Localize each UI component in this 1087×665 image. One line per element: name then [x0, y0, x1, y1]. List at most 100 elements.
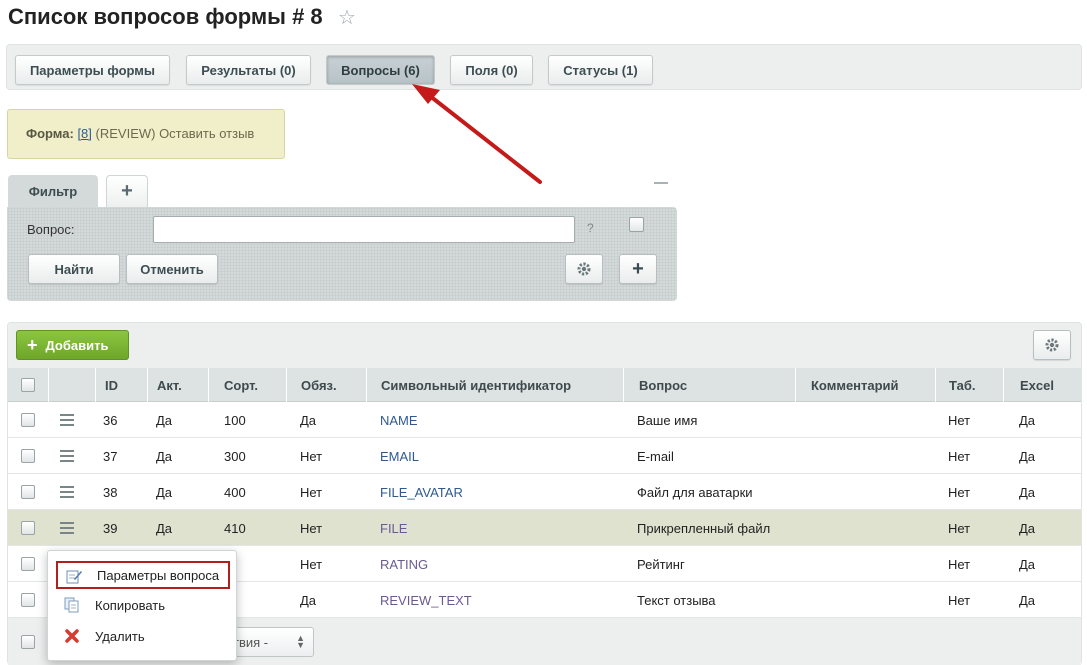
cell-question: Файл для аватарки	[637, 484, 753, 500]
row-checkbox[interactable]	[21, 557, 35, 571]
header-excel[interactable]: Excel	[1003, 368, 1081, 402]
filter-settings-gear-icon[interactable]	[565, 254, 603, 284]
cell-sort: 400	[224, 484, 246, 500]
table-row[interactable]: 39 Да 410 Нет FILE Прикрепленный файл Нет Да	[8, 510, 1081, 546]
cell-question: Рейтинг	[637, 556, 685, 572]
cell-sort: 100	[224, 412, 246, 428]
cell-excel: Да	[1019, 448, 1036, 464]
cell-tab: Нет	[948, 484, 971, 500]
row-checkbox[interactable]	[21, 521, 35, 535]
plus-icon: +	[27, 335, 38, 355]
cell-active: Да	[156, 412, 173, 428]
cell-excel: Да	[1019, 556, 1036, 572]
cell-id: 39	[103, 520, 118, 536]
row-checkbox[interactable]	[21, 413, 35, 427]
context-menu: Параметры вопроса Копировать Удалить	[47, 550, 237, 661]
find-button[interactable]: Найти	[28, 254, 120, 284]
list-settings-gear-icon[interactable]	[1033, 330, 1071, 360]
context-item-label: Удалить	[95, 628, 145, 644]
filter-add-plus-icon[interactable]: +	[619, 254, 657, 284]
cell-tab: Нет	[948, 520, 971, 536]
header-active[interactable]: Акт.	[147, 368, 208, 402]
filter-checkbox[interactable]	[629, 217, 644, 232]
cell-question: E-mail	[637, 448, 674, 464]
cell-sid[interactable]: FILE	[380, 510, 407, 546]
context-item-label: Копировать	[95, 597, 165, 613]
cell-required: Нет	[300, 448, 323, 464]
header-symbolic-id[interactable]: Символьный идентификатор	[366, 368, 623, 402]
form-info-box: Форма: [8] (REVIEW) Оставить отзыв	[7, 109, 285, 159]
minimize-filter-icon[interactable]	[654, 182, 668, 184]
cell-excel: Да	[1019, 592, 1036, 608]
cell-id: 38	[103, 484, 118, 500]
filter-question-input[interactable]	[153, 216, 575, 243]
cell-question: Прикрепленный файл	[637, 520, 771, 536]
cell-excel: Да	[1019, 520, 1036, 536]
context-item-delete[interactable]: Удалить	[56, 622, 230, 650]
actions-select-label: твия -	[233, 634, 269, 650]
row-menu-icon[interactable]	[60, 486, 74, 498]
header-question[interactable]: Вопрос	[623, 368, 795, 402]
cell-sid[interactable]: REVIEW_TEXT	[380, 582, 472, 618]
add-button-label: Добавить	[45, 337, 109, 353]
edit-icon	[66, 570, 82, 584]
cell-sort: 410	[224, 520, 246, 536]
cell-excel: Да	[1019, 412, 1036, 428]
tab-fields[interactable]: Поля (0)	[450, 55, 533, 85]
cell-active: Да	[156, 448, 173, 464]
cell-sid[interactable]: RATING	[380, 546, 428, 582]
header-tab[interactable]: Таб.	[935, 368, 1003, 402]
cell-sid[interactable]: FILE_AVATAR	[380, 474, 463, 510]
row-checkbox[interactable]	[21, 593, 35, 607]
tab-statuses[interactable]: Статусы (1)	[548, 55, 653, 85]
context-item-question-params[interactable]: Параметры вопроса	[56, 561, 230, 589]
table-row[interactable]: 38 Да 400 Нет FILE_AVATAR Файл для аватарки Не…	[8, 474, 1081, 510]
cell-sort: 300	[224, 448, 246, 464]
row-menu-icon[interactable]	[60, 522, 74, 534]
header-required[interactable]: Обяз.	[286, 368, 366, 402]
cell-excel: Да	[1019, 484, 1036, 500]
cell-active: Да	[156, 520, 173, 536]
cell-tab: Нет	[948, 556, 971, 572]
cell-required: Да	[300, 592, 317, 608]
cell-tab: Нет	[948, 412, 971, 428]
cell-sid[interactable]: EMAIL	[380, 438, 419, 474]
cell-active: Да	[156, 484, 173, 500]
tab-questions[interactable]: Вопросы (6)	[326, 55, 435, 85]
page-title: Список вопросов формы # 8	[8, 4, 323, 29]
header-id[interactable]: ID	[95, 368, 147, 402]
cell-required: Нет	[300, 556, 323, 572]
cell-question: Ваше имя	[637, 412, 698, 428]
cell-tab: Нет	[948, 448, 971, 464]
table-row[interactable]: 36 Да 100 Да NAME Ваше имя Нет Да	[8, 402, 1081, 438]
bottom-select-all-checkbox[interactable]	[21, 635, 35, 649]
filter-tab[interactable]: Фильтр	[8, 175, 98, 208]
star-icon[interactable]: ☆	[338, 8, 358, 28]
context-item-copy[interactable]: Копировать	[56, 591, 230, 619]
row-menu-icon[interactable]	[60, 450, 74, 462]
row-menu-icon[interactable]	[60, 414, 74, 426]
cancel-button[interactable]: Отменить	[126, 254, 218, 284]
form-id-link[interactable]: [8]	[77, 126, 91, 141]
cell-sid[interactable]: NAME	[380, 402, 418, 438]
cell-id: 37	[103, 448, 118, 464]
tab-form-params[interactable]: Параметры формы	[15, 55, 170, 85]
select-all-checkbox[interactable]	[21, 378, 35, 392]
form-name: (REVIEW) Оставить отзыв	[91, 126, 255, 141]
add-filter-tab-plus-icon[interactable]: +	[106, 175, 148, 207]
cell-tab: Нет	[948, 592, 971, 608]
row-checkbox[interactable]	[21, 485, 35, 499]
table-row[interactable]: 37 Да 300 Нет EMAIL E-mail Нет Да	[8, 438, 1081, 474]
header-menu-col	[48, 368, 95, 402]
context-item-label: Параметры вопроса	[97, 567, 220, 583]
table-header: ID Акт. Сорт. Обяз. Символьный идентифик…	[8, 368, 1081, 402]
filter-help-icon[interactable]: ?	[587, 221, 594, 235]
header-comment[interactable]: Комментарий	[795, 368, 935, 402]
tab-results[interactable]: Результаты (0)	[186, 55, 311, 85]
select-arrows-icon: ▲ ▼	[296, 633, 305, 650]
header-sort[interactable]: Сорт.	[208, 368, 286, 402]
cell-required: Нет	[300, 520, 323, 536]
add-button[interactable]: + Добавить	[16, 330, 129, 360]
row-checkbox[interactable]	[21, 449, 35, 463]
cell-required: Да	[300, 412, 317, 428]
